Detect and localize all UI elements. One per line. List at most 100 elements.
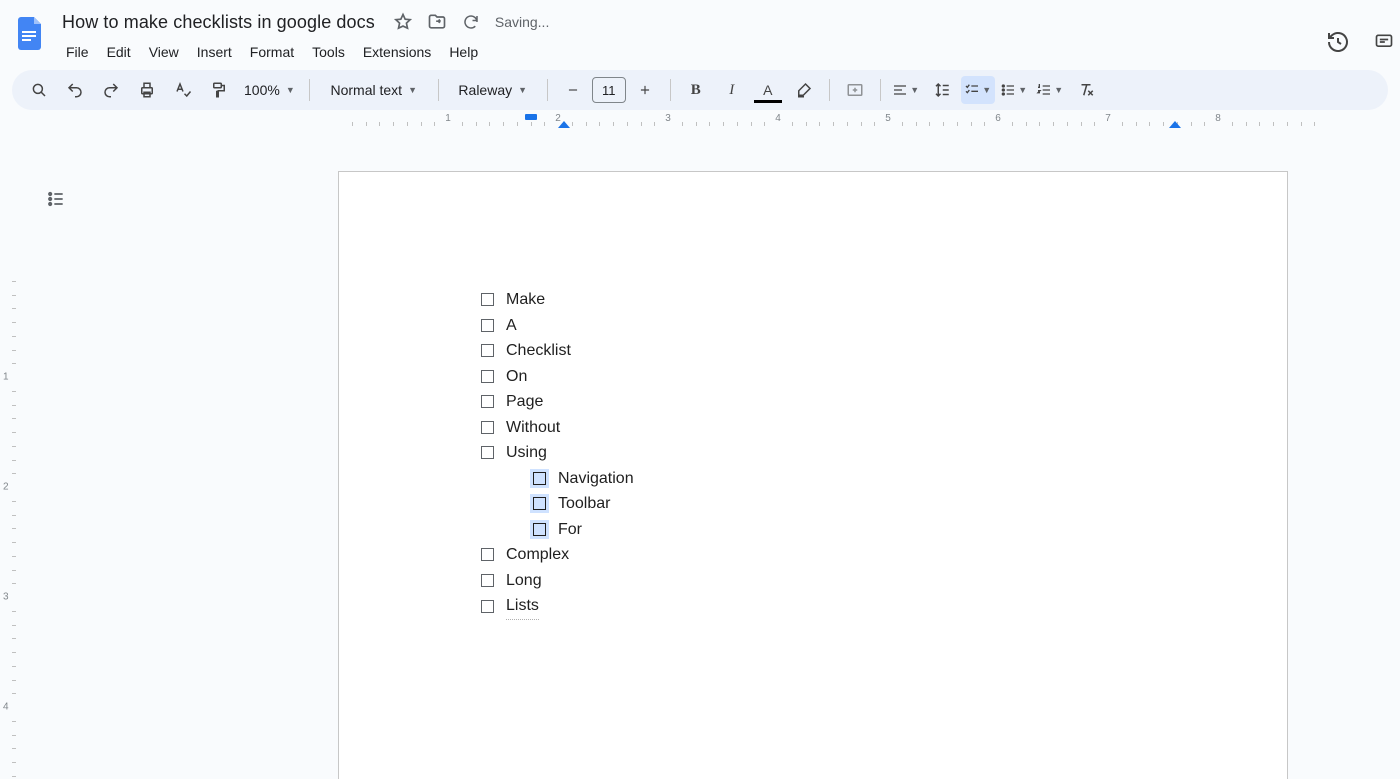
- undo-icon[interactable]: [58, 76, 92, 104]
- checklist-item-nested[interactable]: Toolbar: [533, 491, 634, 517]
- checklist-text[interactable]: Without: [506, 415, 560, 441]
- font-size-increase-button[interactable]: [628, 76, 662, 104]
- checklist-item[interactable]: Without: [481, 415, 634, 441]
- checklist-item[interactable]: Page: [481, 389, 634, 415]
- paint-format-icon[interactable]: [202, 76, 236, 104]
- checklist-item[interactable]: Long: [481, 568, 634, 594]
- dropdown-arrow-icon: ▼: [910, 85, 919, 95]
- menu-insert[interactable]: Insert: [189, 40, 240, 64]
- checklist-text[interactable]: For: [558, 517, 582, 543]
- menu-edit[interactable]: Edit: [99, 40, 139, 64]
- font-size-decrease-button[interactable]: [556, 76, 590, 104]
- title-block: How to make checklists in google docs Sa…: [58, 8, 549, 64]
- dropdown-arrow-icon: ▼: [518, 85, 527, 95]
- checkbox-icon[interactable]: [481, 574, 494, 587]
- checklist-text[interactable]: Using: [506, 440, 547, 466]
- separator: [438, 79, 439, 101]
- insert-image-button[interactable]: [838, 76, 872, 104]
- toolbar: 100%▼ Normal text▼ Raleway▼ B I A ▼ ▼ ▼ …: [12, 70, 1388, 110]
- vertical-ruler[interactable]: 12345: [0, 171, 18, 779]
- right-indent-marker[interactable]: [1169, 121, 1181, 128]
- docs-logo-icon[interactable]: [12, 14, 48, 50]
- align-button[interactable]: ▼: [889, 76, 923, 104]
- checkbox-icon[interactable]: [481, 395, 494, 408]
- document-content[interactable]: Make A Checklist On Page Without Using N…: [481, 287, 634, 620]
- checkbox-icon[interactable]: [481, 293, 494, 306]
- clear-formatting-button[interactable]: [1069, 76, 1103, 104]
- star-icon[interactable]: [393, 12, 413, 32]
- checklist-text[interactable]: Page: [506, 389, 543, 415]
- checkbox-icon[interactable]: [481, 421, 494, 434]
- horizontal-ruler[interactable]: 12345678: [0, 114, 1400, 132]
- checklist-text[interactable]: Complex: [506, 542, 569, 568]
- checkbox-icon[interactable]: [533, 497, 546, 510]
- workspace: 12345 Make A Checklist On Page Without U…: [0, 155, 1400, 779]
- checklist-text[interactable]: On: [506, 364, 527, 390]
- checklist-item-nested[interactable]: Navigation: [533, 466, 634, 492]
- checkbox-icon[interactable]: [481, 319, 494, 332]
- checkbox-icon[interactable]: [481, 446, 494, 459]
- paragraph-style-select[interactable]: Normal text ▼: [318, 76, 430, 104]
- checklist-item[interactable]: A: [481, 313, 634, 339]
- dropdown-arrow-icon: ▼: [1018, 85, 1027, 95]
- menu-format[interactable]: Format: [242, 40, 302, 64]
- cloud-sync-icon[interactable]: [461, 12, 481, 32]
- checkbox-icon[interactable]: [533, 472, 546, 485]
- font-family-select[interactable]: Raleway▼: [447, 76, 539, 104]
- checkbox-icon[interactable]: [481, 600, 494, 613]
- checklist-item[interactable]: Complex: [481, 542, 634, 568]
- checkbox-icon[interactable]: [481, 548, 494, 561]
- menu-extensions[interactable]: Extensions: [355, 40, 439, 64]
- checklist-text[interactable]: Navigation: [558, 466, 634, 492]
- checklist-text[interactable]: Toolbar: [558, 491, 610, 517]
- document-outline-icon[interactable]: [42, 185, 70, 213]
- document-title[interactable]: How to make checklists in google docs: [58, 10, 379, 35]
- text-color-button[interactable]: A: [751, 76, 785, 104]
- checklist-item[interactable]: On: [481, 364, 634, 390]
- checklist-text[interactable]: A: [506, 313, 517, 339]
- checkbox-icon[interactable]: [481, 370, 494, 383]
- checklist-item[interactable]: Lists: [481, 593, 634, 620]
- checklist-text[interactable]: Checklist: [506, 338, 571, 364]
- checklist-button[interactable]: ▼: [961, 76, 995, 104]
- dropdown-arrow-icon: ▼: [408, 85, 417, 95]
- page[interactable]: Make A Checklist On Page Without Using N…: [338, 171, 1288, 779]
- separator: [547, 79, 548, 101]
- toolbar-container: 100%▼ Normal text▼ Raleway▼ B I A ▼ ▼ ▼ …: [0, 70, 1400, 110]
- font-size-input[interactable]: [592, 77, 626, 103]
- separator: [309, 79, 310, 101]
- redo-icon[interactable]: [94, 76, 128, 104]
- italic-button[interactable]: I: [715, 76, 749, 104]
- checklist-item-nested[interactable]: For: [533, 517, 634, 543]
- paragraph-style-value: Normal text: [330, 82, 402, 98]
- dropdown-arrow-icon: ▼: [286, 85, 295, 95]
- first-line-indent-marker[interactable]: [525, 114, 537, 120]
- title-bar: How to make checklists in google docs Sa…: [0, 0, 1400, 64]
- spellcheck-icon[interactable]: [166, 76, 200, 104]
- checkbox-icon[interactable]: [481, 344, 494, 357]
- left-indent-marker[interactable]: [558, 121, 570, 128]
- menu-view[interactable]: View: [141, 40, 187, 64]
- checkbox-icon[interactable]: [533, 523, 546, 536]
- comments-icon[interactable]: [1374, 24, 1394, 60]
- zoom-select[interactable]: 100%▼: [238, 76, 301, 104]
- checklist-item[interactable]: Using: [481, 440, 634, 466]
- checklist-text[interactable]: Make: [506, 287, 545, 313]
- checklist-text[interactable]: Long: [506, 568, 542, 594]
- search-menus-icon[interactable]: [22, 76, 56, 104]
- history-icon[interactable]: [1320, 24, 1356, 60]
- checklist-text[interactable]: Lists: [506, 593, 539, 620]
- print-icon[interactable]: [130, 76, 164, 104]
- menu-tools[interactable]: Tools: [304, 40, 353, 64]
- menu-file[interactable]: File: [58, 40, 97, 64]
- line-spacing-button[interactable]: [925, 76, 959, 104]
- menu-help[interactable]: Help: [441, 40, 486, 64]
- checklist-item[interactable]: Checklist: [481, 338, 634, 364]
- numbered-list-button[interactable]: ▼: [1033, 76, 1067, 104]
- checklist-item[interactable]: Make: [481, 287, 634, 313]
- bulleted-list-button[interactable]: ▼: [997, 76, 1031, 104]
- highlight-button[interactable]: [787, 76, 821, 104]
- separator: [880, 79, 881, 101]
- bold-button[interactable]: B: [679, 76, 713, 104]
- move-icon[interactable]: [427, 12, 447, 32]
